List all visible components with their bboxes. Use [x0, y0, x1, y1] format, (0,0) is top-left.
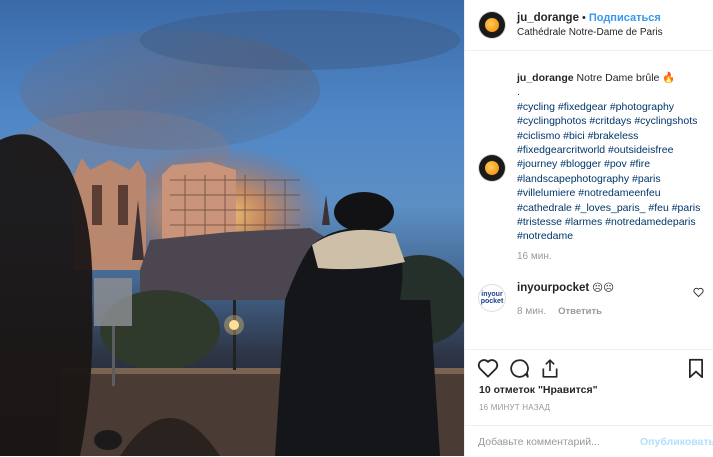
hashtag-link[interactable]: #notredamedeparis [605, 216, 695, 228]
hashtag-link[interactable]: #paris [672, 202, 701, 214]
add-comment-bar: Опубликовать [465, 425, 713, 457]
hashtag-link[interactable]: #cycling [517, 101, 555, 113]
hashtag-link[interactable]: #tristesse [517, 216, 562, 228]
hashtag-link[interactable]: #journey [517, 158, 557, 170]
hashtag-link[interactable]: #pov [604, 158, 627, 170]
hashtag-link[interactable]: #cathedrale [517, 202, 572, 214]
hashtag-link[interactable]: #photography [610, 101, 674, 113]
hashtag-link[interactable]: #notredameenfeu [578, 187, 660, 199]
comment-text: ☹☹ [592, 282, 615, 294]
avatar[interactable] [479, 12, 505, 38]
post-username[interactable]: ju_dorange [517, 12, 579, 24]
post-photo[interactable] [0, 0, 464, 456]
caption-time: 16 мин. [517, 251, 552, 262]
post-header: ju_dorange • Подписаться Cathédrale Notre-… [465, 0, 713, 51]
caption-avatar[interactable] [479, 155, 505, 181]
header-user-line: ju_dorange • Подписаться [517, 12, 661, 24]
hashtag-link[interactable]: #cyclingphotos [517, 115, 586, 127]
comment-input[interactable] [478, 436, 608, 448]
hashtag-list: #cycling #fixedgear #photography #cyclin… [517, 101, 700, 243]
reply-button[interactable]: Ответить [558, 306, 602, 317]
post-sidebar: ju_dorange • Подписаться Cathédrale Notre-… [464, 0, 713, 456]
caption-dot-line: . [517, 86, 520, 99]
hashtag-link[interactable]: #fixedgear [558, 101, 607, 113]
hashtag-link[interactable]: #brakeless [588, 130, 639, 142]
comment-meta: 8 мин. Ответить [517, 306, 602, 317]
comment: inyourpocket ☹☹ [517, 282, 614, 294]
hashtag-link[interactable]: #cyclingshots [634, 115, 697, 127]
follow-button[interactable]: Подписаться [589, 12, 661, 24]
hashtag-link[interactable]: #critdays [589, 115, 631, 127]
hashtag-link[interactable]: #larmes [565, 216, 602, 228]
hashtag-link[interactable]: #feu [648, 202, 668, 214]
post-timestamp[interactable]: 16 МИНУТ НАЗАД [479, 403, 550, 412]
caption: ju_dorange Notre Dame brûle 🔥 . #cycling… [517, 71, 705, 244]
caption-text: Notre Dame brûle [576, 72, 660, 84]
comment-avatar[interactable]: inyour pocket [479, 285, 505, 311]
likes-count[interactable]: 10 отметок "Нравится" [479, 384, 598, 396]
comment-like-heart-icon[interactable] [693, 287, 704, 297]
comment-username[interactable]: inyourpocket [517, 282, 589, 294]
caption-username[interactable]: ju_dorange [517, 72, 574, 84]
hashtag-link[interactable]: #bici [563, 130, 585, 142]
hashtag-link[interactable]: #notredame [517, 230, 573, 242]
comment-icon[interactable] [509, 358, 530, 379]
comment-time: 8 мин. [517, 306, 547, 317]
separator-dot: • [581, 12, 586, 24]
fire-emoji: 🔥 [662, 72, 676, 84]
publish-button[interactable]: Опубликовать [640, 436, 713, 448]
comments-list[interactable]: ju_dorange Notre Dame brûle 🔥 . #cycling… [465, 51, 713, 349]
post-location[interactable]: Cathédrale Notre-Dame de Paris [517, 27, 663, 38]
hashtag-link[interactable]: #outsideisfree [608, 144, 673, 156]
instagram-post: ju_dorange • Подписаться Cathédrale Notre-… [0, 0, 713, 456]
hashtag-link[interactable]: #ciclismo [517, 130, 560, 142]
hashtag-link[interactable]: #fire [630, 158, 650, 170]
hashtag-link[interactable]: #landscapephotography [517, 173, 629, 185]
heart-icon[interactable] [477, 358, 499, 378]
notre-dame-fire-photo [0, 10, 464, 456]
hashtag-link[interactable]: #fixedgearcritworld [517, 144, 605, 156]
hashtag-link[interactable]: #villelumiere [517, 187, 575, 199]
hashtag-link[interactable]: #paris [632, 173, 661, 185]
hashtag-link[interactable]: #_loves_paris_ [575, 202, 646, 214]
hashtag-link[interactable]: #blogger [560, 158, 601, 170]
action-bar [465, 349, 713, 387]
share-icon[interactable] [540, 358, 560, 379]
bookmark-icon[interactable] [687, 358, 705, 379]
